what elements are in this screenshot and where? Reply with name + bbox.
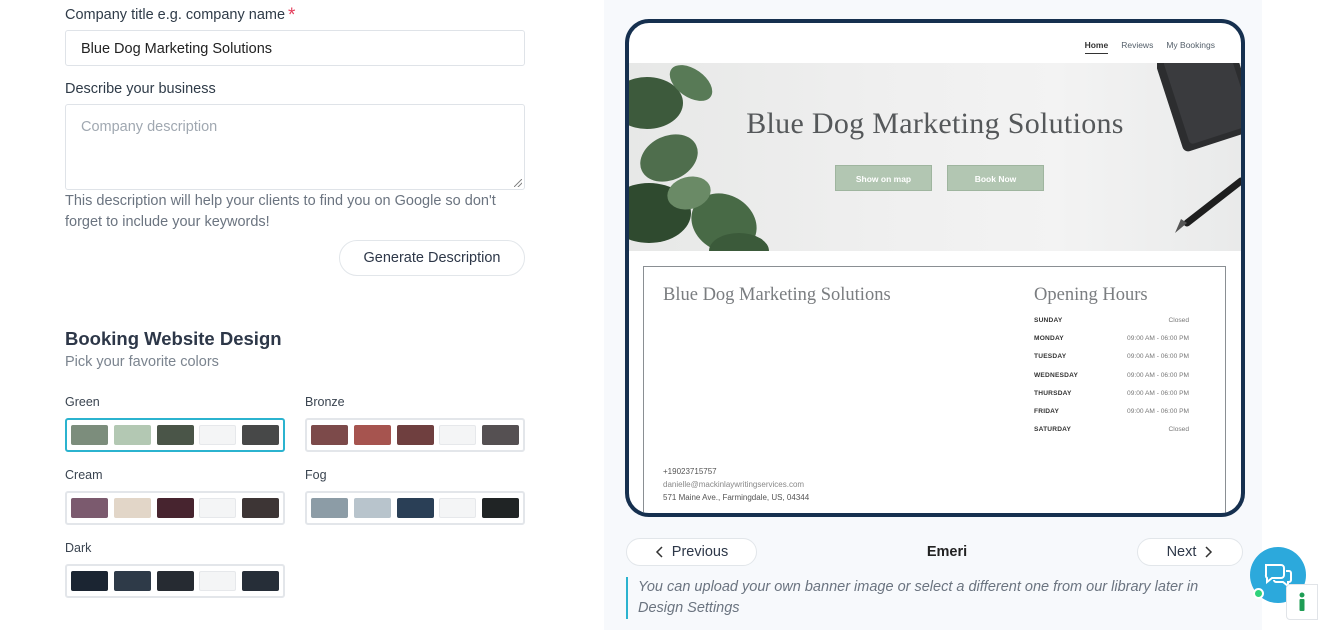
site-nav-home[interactable]: Home: [1084, 40, 1109, 54]
hours-day: SUNDAY: [1034, 317, 1063, 324]
company-title-label: Company title e.g. company name *: [65, 5, 296, 26]
section-title: Booking Website Design: [65, 328, 282, 349]
color-swatch: [439, 498, 477, 518]
notebook-and-pen-icon: [1157, 63, 1241, 233]
palette-fog[interactable]: [305, 491, 525, 525]
hours-row: THURSDAY 09:00 AM - 06:00 PM: [1034, 390, 1189, 408]
hours-row: TUESDAY 09:00 AM - 06:00 PM: [1034, 353, 1189, 371]
hours-day: SATURDAY: [1034, 426, 1072, 434]
palette-label-fog: Fog: [305, 468, 327, 482]
book-now-button[interactable]: Book Now: [947, 165, 1044, 191]
previous-button[interactable]: Previous: [626, 538, 757, 566]
describe-business-label: Describe your business: [65, 81, 216, 97]
color-swatch: [199, 425, 237, 445]
company-description-textarea[interactable]: Company description: [65, 104, 525, 190]
website-preview-frame: Home Reviews My Bookings Blue Dog Market…: [625, 19, 1245, 517]
description-placeholder: Company description: [81, 119, 218, 135]
chevron-right-icon: [1205, 546, 1213, 558]
hours-row: WEDNESDAY 09:00 AM - 06:00 PM: [1034, 372, 1189, 390]
contact-email: danielle@mackinlaywritingservices.com: [663, 480, 805, 489]
palette-green[interactable]: [65, 418, 285, 452]
palette-label-dark: Dark: [65, 541, 92, 555]
hours-time: Closed: [1168, 317, 1189, 324]
color-swatch: [199, 571, 237, 591]
palette-label-bronze: Bronze: [305, 395, 345, 409]
palette-label-cream: Cream: [65, 468, 103, 482]
color-swatch: [396, 425, 434, 445]
contact-phone: +19023715757: [663, 467, 717, 476]
opening-hours-title: Opening Hours: [1034, 285, 1148, 305]
banner-upload-note: You can upload your own banner image or …: [626, 577, 1236, 619]
generate-description-button[interactable]: Generate Description: [339, 240, 525, 276]
color-swatch: [242, 571, 279, 591]
hours-row: SUNDAY Closed: [1034, 317, 1189, 335]
color-swatch: [113, 571, 151, 591]
contact-address: 571 Maine Ave., Farmingdale, US, 04344: [663, 493, 810, 502]
color-swatch: [439, 425, 477, 445]
color-swatch: [199, 498, 237, 518]
hours-day: MONDAY: [1034, 335, 1064, 343]
resize-handle-icon[interactable]: [514, 179, 522, 187]
previous-label: Previous: [671, 544, 729, 560]
hours-time: 09:00 AM - 06:00 PM: [1127, 407, 1189, 415]
hours-time: 09:00 AM - 06:00 PM: [1127, 335, 1189, 343]
hours-row: FRIDAY 09:00 AM - 06:00 PM: [1034, 408, 1189, 426]
info-icon: [1299, 592, 1305, 611]
accessibility-button[interactable]: [1286, 584, 1318, 620]
color-swatch: [71, 571, 108, 591]
color-swatch: [311, 498, 348, 518]
color-swatch: [353, 425, 391, 445]
hours-time: Closed: [1168, 426, 1189, 434]
business-info-card: Blue Dog Marketing Solutions Opening Hou…: [643, 266, 1226, 513]
palette-bronze[interactable]: [305, 418, 525, 452]
description-help-text: This description will help your clients …: [65, 193, 496, 230]
color-swatch: [482, 498, 519, 518]
color-swatch: [156, 571, 194, 591]
business-form: Company title e.g. company name * Blue Do…: [0, 0, 604, 630]
banner-image: Blue Dog Marketing Solutions Show on map…: [629, 63, 1241, 251]
site-nav: Home Reviews My Bookings: [1084, 40, 1215, 54]
business-name: Blue Dog Marketing Solutions: [663, 285, 891, 305]
hours-day: WEDNESDAY: [1034, 371, 1079, 379]
hours-day: FRIDAY: [1034, 407, 1060, 415]
chevron-left-icon: [655, 546, 663, 558]
color-swatch: [113, 425, 151, 445]
palette-label-green: Green: [65, 395, 100, 409]
palette-dark[interactable]: [65, 564, 285, 598]
theme-name: Emeri: [926, 544, 968, 560]
color-swatch: [482, 425, 519, 445]
color-swatch: [242, 425, 279, 445]
color-swatch: [113, 498, 151, 518]
hours-day: TUESDAY: [1034, 353, 1067, 361]
palette-cream[interactable]: [65, 491, 285, 525]
contact-info: +19023715757 danielle@mackinlaywritingse…: [663, 465, 809, 504]
next-button[interactable]: Next: [1137, 538, 1243, 566]
show-on-map-button[interactable]: Show on map: [835, 165, 932, 191]
color-swatch: [71, 498, 108, 518]
hours-row: MONDAY 09:00 AM - 06:00 PM: [1034, 335, 1189, 353]
hours-row: SATURDAY Closed: [1034, 426, 1189, 444]
hours-time: 09:00 AM - 06:00 PM: [1127, 353, 1189, 361]
color-swatch: [311, 425, 348, 445]
section-subtitle: Pick your favorite colors: [65, 354, 219, 370]
site-nav-reviews[interactable]: Reviews: [1121, 40, 1153, 54]
banner-title: Blue Dog Marketing Solutions: [746, 107, 1124, 140]
company-title-input[interactable]: Blue Dog Marketing Solutions: [65, 30, 525, 66]
color-swatch: [353, 498, 391, 518]
site-nav-my-bookings[interactable]: My Bookings: [1166, 40, 1215, 54]
hours-day: THURSDAY: [1034, 389, 1072, 397]
hours-time: 09:00 AM - 06:00 PM: [1127, 371, 1189, 379]
color-swatch: [396, 498, 434, 518]
color-swatch: [242, 498, 279, 518]
color-swatch: [156, 425, 194, 445]
opening-hours-list: SUNDAY Closed MONDAY 09:00 AM - 06:00 PM TUE…: [1034, 317, 1189, 444]
online-status-dot: [1253, 588, 1264, 599]
hours-time: 09:00 AM - 06:00 PM: [1127, 389, 1189, 397]
next-label: Next: [1166, 544, 1197, 560]
required-mark: *: [288, 5, 296, 26]
color-swatch: [71, 425, 108, 445]
succulent-plant-icon: [629, 65, 769, 251]
color-swatch: [156, 498, 194, 518]
